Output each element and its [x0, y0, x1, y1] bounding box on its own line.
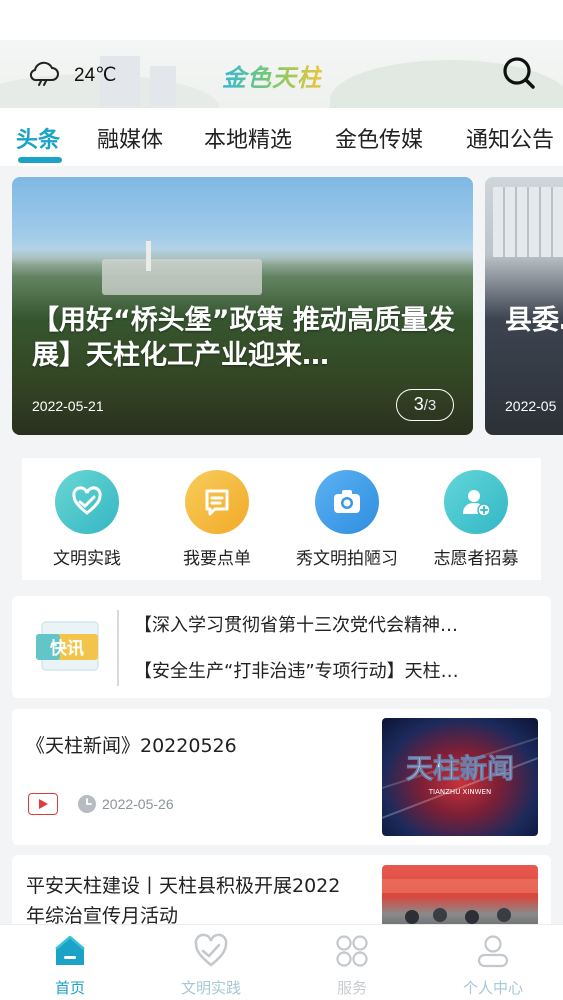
- video-icon: [28, 793, 58, 815]
- nav-profile[interactable]: 个人中心: [448, 931, 538, 998]
- tab-local-picks[interactable]: 本地精选: [204, 122, 292, 154]
- volunteer-add-icon: [444, 470, 508, 534]
- temperature-text: 24℃: [74, 64, 117, 86]
- pager-total: 3: [427, 397, 437, 414]
- cloud-icon: [28, 60, 60, 90]
- news-card[interactable]: 平安天柱建设丨天柱县积极开展2022年综治宣传月活动: [12, 855, 551, 935]
- divider: [117, 610, 119, 686]
- next-slide-date: 2022-05: [505, 398, 557, 414]
- quick-action-label: 秀文明拍陋习: [296, 549, 398, 569]
- tab-headlines[interactable]: 头条: [16, 122, 60, 154]
- app-logo: 金色天柱: [222, 58, 322, 93]
- flash-news-item[interactable]: 【深入学习贯彻省第十三次党代会精神…: [134, 611, 458, 637]
- tab-golden-media[interactable]: 金色传媒: [335, 122, 423, 154]
- thumbnail-title: 天柱新闻: [406, 753, 514, 785]
- news-meta: 2022-05-26: [28, 793, 174, 815]
- grid-icon: [307, 931, 397, 971]
- nav-label: 首页: [54, 979, 85, 997]
- bottom-navigation: 首页 文明实践 服务 个人中心: [0, 924, 563, 1000]
- status-bar: [0, 0, 563, 40]
- tab-media[interactable]: 融媒体: [97, 122, 163, 154]
- weather-widget[interactable]: 24℃: [28, 60, 116, 90]
- carousel-slide[interactable]: 【用好“桥头堡”政策 推动高质量发展】天柱化工产业迎来… 2022-05-21 …: [12, 177, 473, 435]
- news-card[interactable]: 《天柱新闻》20220526 2022-05-26 天柱新闻 TIANZHU X…: [12, 709, 551, 845]
- app-header: 24℃ 金色天柱: [0, 40, 563, 108]
- news-date: 2022-05-26: [102, 796, 174, 812]
- news-title: 平安天柱建设丨天柱县积极开展2022年综治宣传月活动: [26, 875, 341, 927]
- next-slide-title: 县委…商考…: [505, 305, 563, 336]
- slide-image-chimney: [146, 241, 151, 271]
- quick-action-label: 志愿者招募: [433, 549, 519, 569]
- quick-action-order[interactable]: 我要点单: [152, 470, 282, 569]
- category-tabs: 头条 融媒体 本地精选 金色传媒 通知公告: [0, 108, 563, 166]
- search-button[interactable]: [500, 54, 538, 92]
- nav-label: 服务: [336, 979, 367, 997]
- user-icon: [448, 931, 538, 971]
- nav-civilization[interactable]: 文明实践: [166, 931, 256, 998]
- quick-action-label: 文明实践: [53, 549, 121, 569]
- flash-news-item[interactable]: 【安全生产“打非治违”专项行动】天柱…: [134, 657, 459, 683]
- quick-action-volunteer[interactable]: 志愿者招募: [411, 470, 541, 569]
- quick-action-civilization[interactable]: 文明实践: [22, 470, 152, 569]
- nav-label: 个人中心: [462, 979, 523, 997]
- tab-announcements[interactable]: 通知公告: [466, 122, 554, 154]
- carousel-next-slide[interactable]: 县委…商考… 2022-05: [485, 177, 563, 435]
- slide-title: 【用好“桥头堡”政策 推动高质量发展】天柱化工产业迎来…: [32, 305, 455, 371]
- flash-news-badge-text: 快讯: [50, 638, 84, 659]
- slide-image-window: [493, 187, 563, 257]
- heart-hands-icon: [166, 931, 256, 971]
- slide-date: 2022-05-21: [32, 398, 104, 414]
- active-tab-indicator: [18, 157, 62, 163]
- quick-action-photo[interactable]: 秀文明拍陋习: [282, 470, 412, 569]
- home-icon: [25, 931, 115, 971]
- quick-action-label: 我要点单: [183, 549, 251, 569]
- search-icon: [500, 57, 538, 96]
- thumbnail-subtitle: TIANZHU XINWEN: [428, 788, 491, 796]
- news-thumbnail: 天柱新闻 TIANZHU XINWEN: [382, 718, 538, 836]
- pager-current: 3: [413, 394, 424, 414]
- flash-news-panel: 快讯 【深入学习贯彻省第十三次党代会精神… 【安全生产“打非治违”专项行动】天柱…: [12, 596, 551, 698]
- news-title: 《天柱新闻》20220526: [26, 735, 237, 757]
- heart-hands-icon: [55, 470, 119, 534]
- nav-services[interactable]: 服务: [307, 931, 397, 998]
- nav-home[interactable]: 首页: [25, 931, 115, 998]
- quick-actions: 文明实践 我要点单 秀文明拍陋习 志愿者招募: [22, 458, 541, 580]
- flash-news-badge: 快讯: [34, 618, 104, 676]
- slide-pager: 3/3: [396, 389, 454, 421]
- order-note-icon: [185, 470, 249, 534]
- header-background-building: [150, 66, 176, 106]
- clock-icon: [78, 795, 96, 813]
- nav-label: 文明实践: [180, 979, 241, 997]
- camera-icon: [315, 470, 379, 534]
